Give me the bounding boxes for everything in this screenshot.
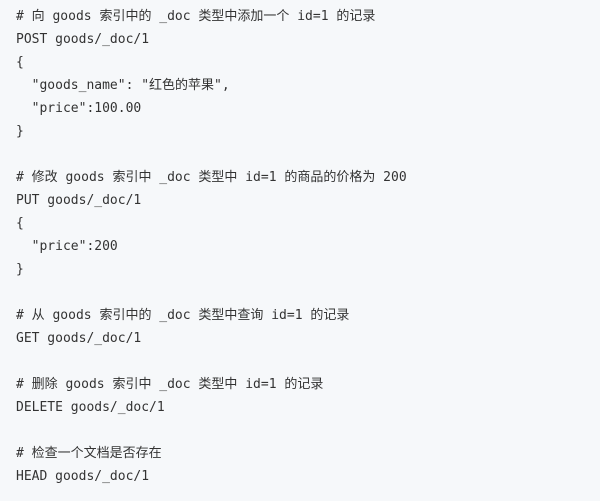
code-line-comment-add: # 向 goods 索引中的 _doc 类型中添加一个 id=1 的记录 [16, 9, 376, 24]
code-line-comment-exists: # 检查一个文档是否存在 [16, 446, 162, 461]
code-line-head: HEAD goods/_doc/1 [16, 469, 150, 484]
code-line-delete: DELETE goods/_doc/1 [16, 400, 165, 415]
code-line-goods-name: "goods_name": "红色的苹果", [16, 78, 230, 93]
code-line-close-brace: } [16, 262, 24, 277]
code-line-comment-query: # 从 goods 索引中的 _doc 类型中查询 id=1 的记录 [16, 308, 350, 323]
code-line-price: "price":100.00 [16, 101, 142, 116]
code-line-put: PUT goods/_doc/1 [16, 193, 142, 208]
code-line-get: GET goods/_doc/1 [16, 331, 142, 346]
code-line-close-brace: } [16, 124, 24, 139]
code-line-comment-update: # 修改 goods 索引中 _doc 类型中 id=1 的商品的价格为 200 [16, 170, 407, 185]
code-line-price: "price":200 [16, 239, 118, 254]
code-line-open-brace: { [16, 55, 24, 70]
code-line-open-brace: { [16, 216, 24, 231]
code-block: # 向 goods 索引中的 _doc 类型中添加一个 id=1 的记录 POS… [0, 0, 600, 501]
code-line-post: POST goods/_doc/1 [16, 32, 150, 47]
code-line-comment-delete: # 删除 goods 索引中 _doc 类型中 id=1 的记录 [16, 377, 324, 392]
